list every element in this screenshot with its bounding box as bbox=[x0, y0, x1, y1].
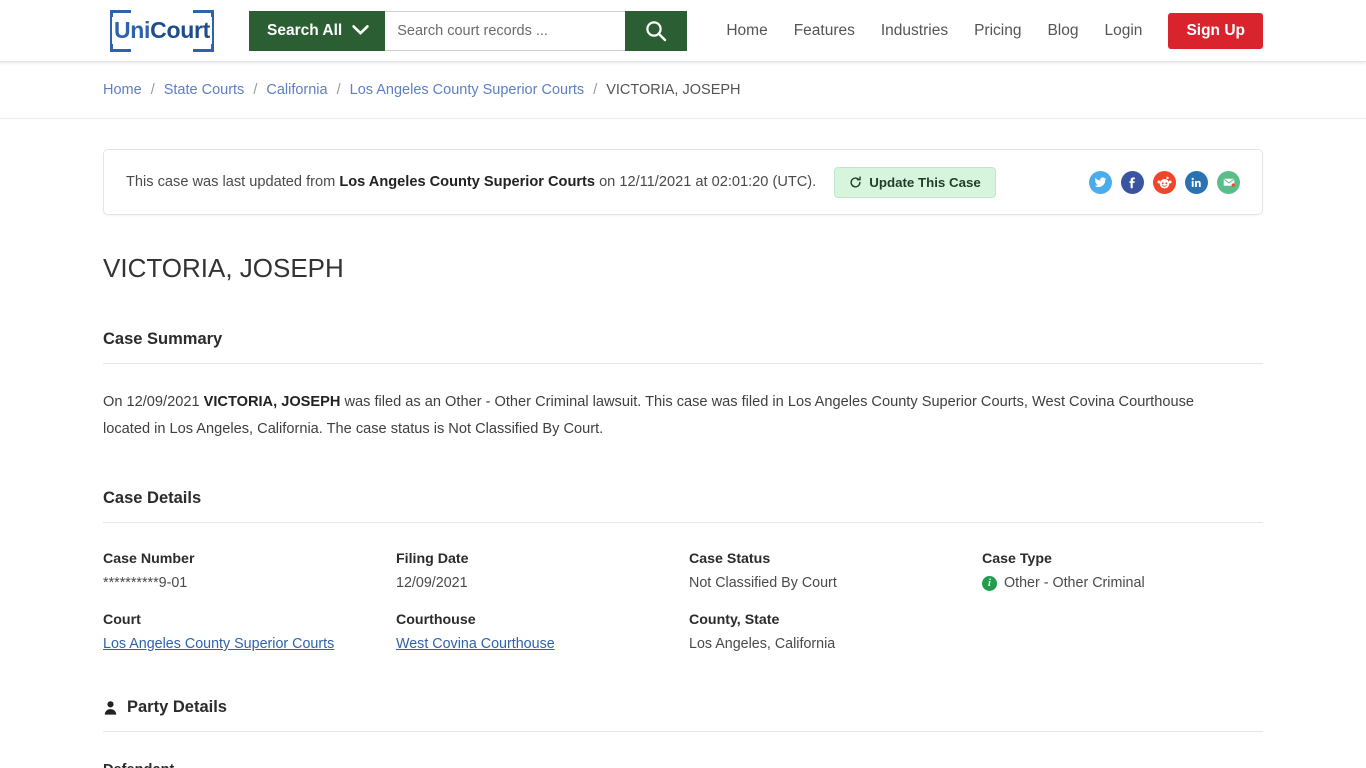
banner-source-court: Los Angeles County Superior Courts bbox=[339, 174, 596, 190]
detail-filing-date: Filing Date 12/09/2021 bbox=[396, 551, 689, 591]
nav-link-home[interactable]: Home bbox=[726, 22, 767, 40]
nav-link-login[interactable]: Login bbox=[1105, 22, 1143, 40]
detail-case-type: Case Type i Other - Other Criminal bbox=[982, 551, 1263, 591]
banner-text-after: on 12/11/2021 at 02:01:20 (UTC). bbox=[595, 174, 817, 190]
breadcrumb: Home / State Courts / California / Los A… bbox=[103, 82, 1263, 98]
detail-value-case-number: **********9-01 bbox=[103, 575, 188, 591]
logo-text-uni: Uni bbox=[114, 17, 151, 43]
logo-wordmark: UniCourt bbox=[112, 17, 212, 44]
sign-up-button[interactable]: Sign Up bbox=[1168, 12, 1263, 49]
banner-text-before: This case was last updated from bbox=[126, 174, 340, 190]
breadcrumb-separator: / bbox=[150, 82, 155, 98]
party-details-heading: Party Details bbox=[103, 698, 1263, 717]
court-link[interactable]: Los Angeles County Superior Courts bbox=[103, 636, 334, 652]
detail-label-court: Court bbox=[103, 612, 141, 628]
detail-label-courthouse: Courthouse bbox=[396, 612, 476, 628]
case-summary-heading: Case Summary bbox=[103, 330, 223, 348]
main-nav: Home Features Industries Pricing Blog Lo… bbox=[726, 12, 1263, 49]
chevron-down-icon bbox=[352, 25, 369, 35]
breadcrumb-item-los-angeles-county-superior-courts[interactable]: Los Angeles County Superior Courts bbox=[350, 82, 585, 98]
info-icon[interactable]: i bbox=[982, 575, 997, 591]
detail-value-case-type: Other - Other Criminal bbox=[1004, 575, 1145, 591]
person-icon bbox=[104, 700, 117, 715]
detail-label-case-type: Case Type bbox=[982, 551, 1052, 567]
detail-value-case-type-row: i Other - Other Criminal bbox=[982, 575, 1263, 591]
search-scope-label: Search All bbox=[267, 21, 343, 39]
detail-case-number: Case Number **********9-01 bbox=[103, 551, 396, 591]
search-group: Search All bbox=[249, 10, 688, 51]
detail-value-filing-date: 12/09/2021 bbox=[396, 575, 468, 591]
unicourt-logo[interactable]: UniCourt bbox=[103, 6, 221, 55]
detail-value-courthouse-row: West Covina Courthouse bbox=[396, 636, 689, 652]
summary-case-name: VICTORIA, JOSEPH bbox=[203, 394, 341, 410]
breadcrumb-item-current: VICTORIA, JOSEPH bbox=[606, 82, 741, 98]
linkedin-share-icon[interactable] bbox=[1185, 170, 1208, 194]
detail-value-court-row: Los Angeles County Superior Courts bbox=[103, 636, 396, 652]
detail-label-filing-date: Filing Date bbox=[396, 551, 469, 567]
party-details-divider bbox=[103, 731, 1263, 732]
main-content: This case was last updated from Los Ange… bbox=[103, 149, 1263, 768]
detail-empty-cell bbox=[982, 612, 1263, 652]
courthouse-link[interactable]: West Covina Courthouse bbox=[396, 636, 555, 652]
refresh-icon bbox=[850, 175, 861, 188]
detail-value-case-status: Not Classified By Court bbox=[689, 575, 837, 591]
detail-courthouse: Courthouse West Covina Courthouse bbox=[396, 612, 689, 652]
site-header: UniCourt Search All Home Features Indust… bbox=[0, 0, 1366, 62]
case-details-heading: Case Details bbox=[103, 489, 202, 507]
search-icon bbox=[646, 20, 667, 41]
detail-value-county-state: Los Angeles, California bbox=[689, 636, 836, 652]
breadcrumb-separator: / bbox=[253, 82, 258, 98]
nav-link-industries[interactable]: Industries bbox=[881, 22, 948, 40]
twitter-share-icon[interactable] bbox=[1089, 170, 1112, 194]
facebook-share-icon[interactable] bbox=[1121, 170, 1144, 194]
logo-notch-bottom bbox=[131, 48, 193, 55]
page-title: VICTORIA, JOSEPH bbox=[103, 253, 344, 283]
detail-label-case-status: Case Status bbox=[689, 551, 771, 567]
detail-label-case-number: Case Number bbox=[103, 551, 195, 567]
search-input[interactable] bbox=[385, 10, 626, 51]
logo-text-court: Court bbox=[150, 17, 210, 43]
nav-link-features[interactable]: Features bbox=[794, 22, 855, 40]
nav-link-pricing[interactable]: Pricing bbox=[974, 22, 1021, 40]
last-updated-text: This case was last updated from Los Ange… bbox=[126, 174, 816, 190]
update-this-case-label: Update This Case bbox=[869, 174, 981, 190]
share-icons bbox=[1089, 170, 1240, 194]
last-updated-banner: This case was last updated from Los Ange… bbox=[103, 149, 1263, 215]
case-summary-divider bbox=[103, 363, 1263, 364]
breadcrumb-item-california[interactable]: California bbox=[266, 82, 327, 98]
search-scope-dropdown[interactable]: Search All bbox=[249, 10, 386, 51]
nav-link-blog[interactable]: Blog bbox=[1047, 22, 1078, 40]
detail-case-status: Case Status Not Classified By Court bbox=[689, 551, 982, 591]
update-this-case-button[interactable]: Update This Case bbox=[834, 166, 996, 198]
detail-label-county-state: County, State bbox=[689, 612, 780, 628]
summary-part-1: On 12/09/2021 bbox=[103, 394, 204, 410]
header-inner: UniCourt Search All Home Features Indust… bbox=[103, 0, 1263, 61]
party-role-defendant: Defendant bbox=[103, 762, 1263, 768]
breadcrumb-item-state-courts[interactable]: State Courts bbox=[164, 82, 245, 98]
breadcrumb-bar: Home / State Courts / California / Los A… bbox=[0, 62, 1366, 119]
email-share-icon[interactable] bbox=[1217, 170, 1240, 194]
breadcrumb-separator: / bbox=[336, 82, 341, 98]
detail-county-state: County, State Los Angeles, California bbox=[689, 612, 982, 652]
breadcrumb-item-home[interactable]: Home bbox=[103, 82, 142, 98]
case-details-grid: Case Number **********9-01 Filing Date 1… bbox=[103, 551, 1263, 652]
search-button[interactable] bbox=[625, 10, 688, 51]
logo-notch-top bbox=[131, 6, 193, 13]
case-details-divider bbox=[103, 522, 1263, 523]
breadcrumb-separator: / bbox=[593, 82, 598, 98]
reddit-share-icon[interactable] bbox=[1153, 170, 1176, 194]
detail-court: Court Los Angeles County Superior Courts bbox=[103, 612, 396, 652]
party-details-label: Party Details bbox=[127, 698, 227, 716]
case-summary-text: On 12/09/2021 VICTORIA, JOSEPH was filed… bbox=[103, 389, 1213, 443]
